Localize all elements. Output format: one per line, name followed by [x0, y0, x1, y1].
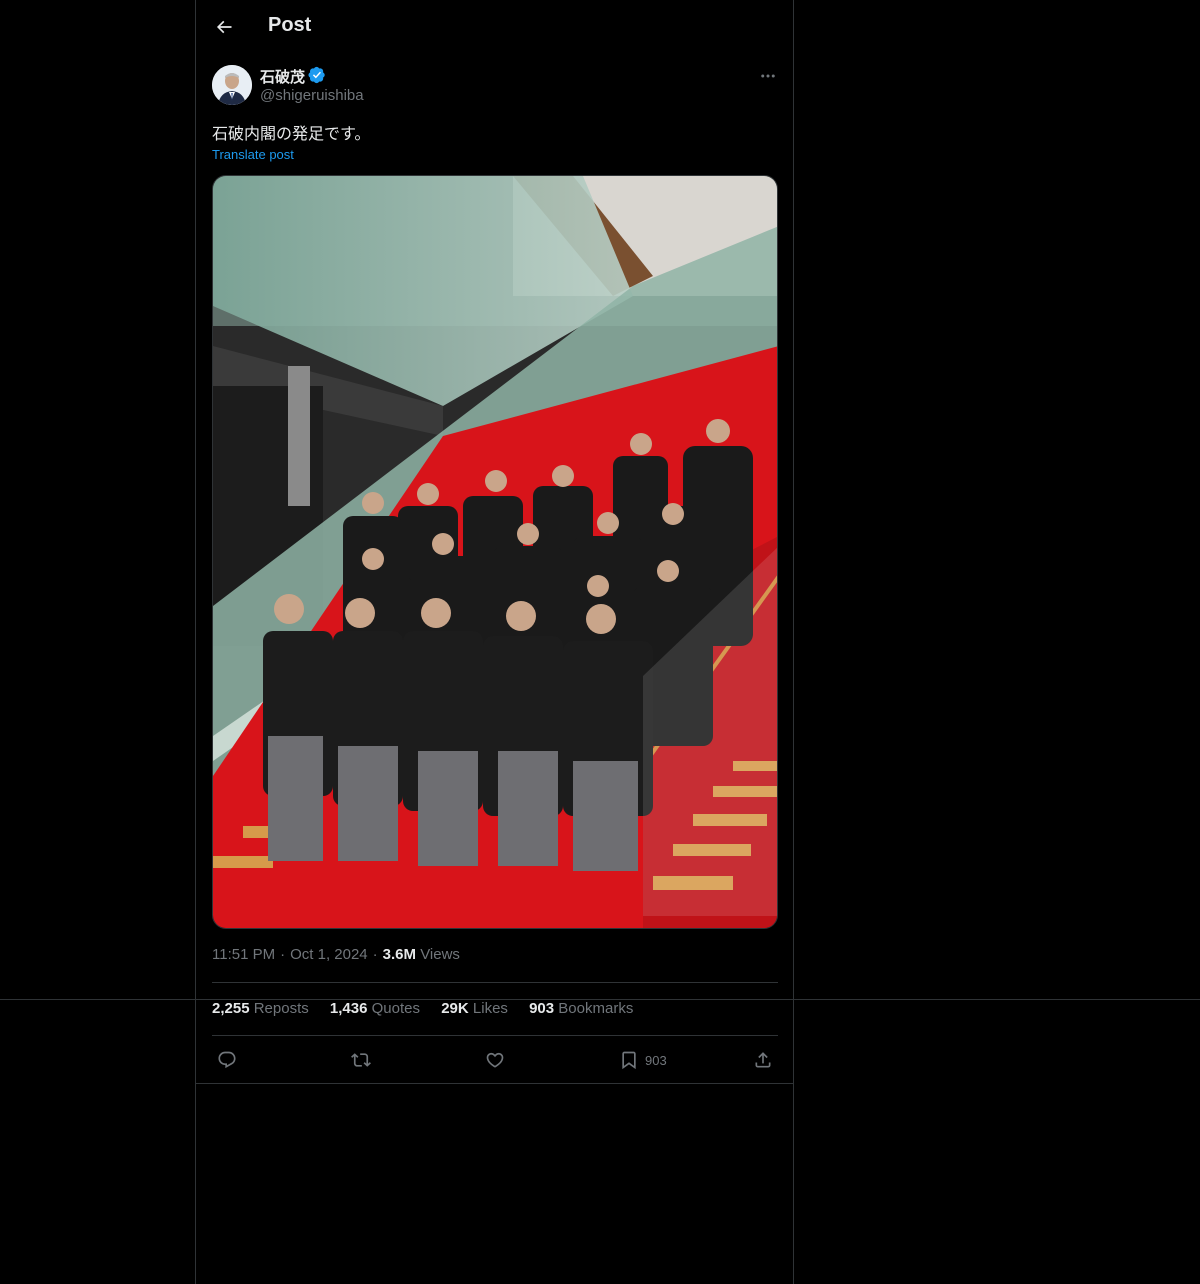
handle[interactable]: @shigeruishiba: [260, 87, 364, 104]
display-name[interactable]: 石破茂: [260, 66, 305, 87]
cabinet-group-photo: [213, 176, 777, 928]
post-author: 石破茂 @shigeruishiba: [212, 64, 778, 108]
repost-button[interactable]: [351, 1048, 371, 1072]
divider: [212, 1035, 778, 1036]
share-button[interactable]: [753, 1048, 773, 1072]
page-title: Post: [268, 14, 312, 36]
bookmark-button[interactable]: 903: [619, 1048, 667, 1072]
avatar[interactable]: [212, 65, 252, 105]
post-meta: 11:51 PM · Oct 1, 2024 · 3.6M Views: [212, 946, 460, 963]
bookmarks-stat[interactable]: 903 Bookmarks: [529, 1000, 633, 1017]
divider: [212, 982, 778, 983]
bookmark-icon: [622, 1051, 636, 1070]
heart-icon: [486, 1052, 504, 1068]
verified-badge-icon: [308, 66, 325, 84]
page-header: Post: [195, 0, 794, 54]
post-date[interactable]: Oct 1, 2024: [290, 946, 368, 963]
post-text: 石破内閣の発足です。: [212, 124, 371, 143]
share-icon: [755, 1052, 771, 1068]
reply-button[interactable]: [217, 1048, 237, 1072]
more-options-button[interactable]: [758, 66, 778, 86]
views-count: 3.6M: [382, 946, 417, 963]
translate-link[interactable]: Translate post: [212, 147, 294, 162]
post-stats: 2,255 Reposts 1,436 Quotes 29K Likes 903…: [212, 1000, 650, 1017]
bookmark-count: 903: [645, 1052, 667, 1068]
post-time[interactable]: 11:51 PM: [212, 946, 275, 963]
back-button[interactable]: [207, 10, 241, 44]
divider: [195, 1083, 794, 1084]
likes-stat[interactable]: 29K Likes: [441, 1000, 508, 1017]
like-button[interactable]: [485, 1048, 505, 1072]
action-bar: 903: [212, 1044, 778, 1076]
more-icon: [761, 74, 775, 78]
quotes-stat[interactable]: 1,436 Quotes: [330, 1000, 420, 1017]
reply-icon: [218, 1051, 236, 1069]
repost-icon: [351, 1053, 371, 1067]
arrow-left-icon: [216, 20, 232, 34]
post-image[interactable]: [212, 175, 778, 929]
reposts-stat[interactable]: 2,255 Reposts: [212, 1000, 309, 1017]
views-label: Views: [420, 946, 460, 963]
